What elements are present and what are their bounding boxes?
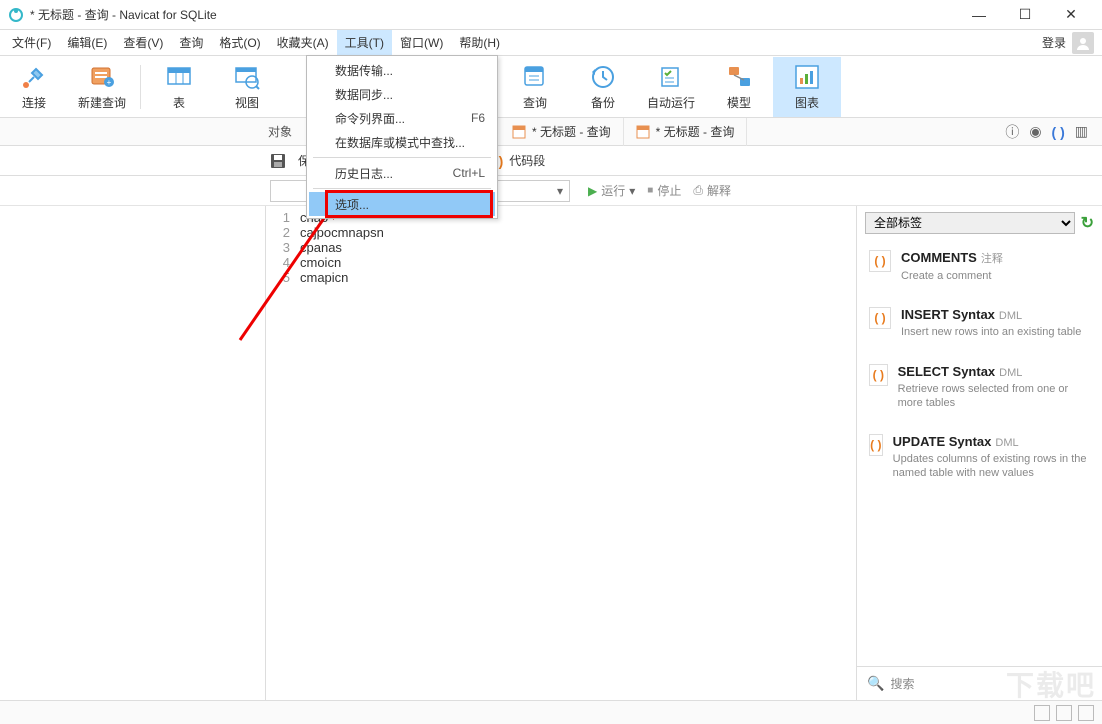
snippet-icon: ( ) (869, 434, 883, 456)
autorun-icon (656, 62, 686, 92)
menu-format[interactable]: 格式(O) (211, 30, 268, 55)
window-title: * 无标题 - 查询 - Navicat for SQLite (30, 6, 217, 23)
main-area: 1cnao 2cajpocmnapsn 3cpanas 4cmoicn 5cma… (0, 206, 1102, 700)
query-tab-icon (512, 125, 526, 139)
explain-button[interactable]: 解释 (707, 182, 731, 199)
editor-line: 3cpanas (266, 240, 856, 255)
search-placeholder: 搜索 (890, 675, 914, 692)
snippet-item[interactable]: ( ) INSERT SyntaxDMLInsert new rows into… (857, 297, 1102, 353)
dropdown-separator (313, 157, 491, 158)
main-toolbar: 连接 + 新建查询 表 视图 查询 备份 自动运行 模型 图表 (0, 56, 1102, 118)
model-icon (724, 62, 754, 92)
toolbar-autorun[interactable]: 自动运行 (637, 57, 705, 117)
play-icon: ▶ (588, 184, 597, 198)
snippet-icon: ( ) (869, 364, 888, 386)
query-tab-icon (636, 125, 650, 139)
menu-find-in-db[interactable]: 在数据库或模式中查找... (309, 130, 495, 154)
save-icon[interactable] (270, 153, 286, 169)
document-tabs: 对象 * 无标题 - 查询 * 无标题 - 查询 ⓘ ◉ ( ) ▥ (0, 118, 1102, 146)
title-bar: * 无标题 - 查询 - Navicat for SQLite — ☐ ✕ (0, 0, 1102, 30)
toolbar-connect[interactable]: 连接 (0, 57, 68, 117)
eye-icon[interactable]: ◉ (1029, 123, 1041, 140)
sql-editor[interactable]: 1cnao 2cajpocmnapsn 3cpanas 4cmoicn 5cma… (266, 206, 856, 700)
tabs-right-icons: ⓘ ◉ ( ) ▥ (1005, 122, 1102, 142)
layout-mode-3[interactable] (1078, 705, 1094, 721)
snippet-icon: ( ) (869, 307, 891, 329)
snippet-panel: 全部标签 ↻ ( ) COMMENTS注释Create a comment ( … (856, 206, 1102, 700)
toolbar-view[interactable]: 视图 (213, 57, 281, 117)
toolbar-backup[interactable]: 备份 (569, 57, 637, 117)
menu-data-transfer[interactable]: 数据传输... (309, 58, 495, 82)
snippet-item[interactable]: ( ) SELECT SyntaxDMLRetrieve rows select… (857, 354, 1102, 425)
editor-toolbar: 保存 ( ) 代码段 (0, 146, 1102, 176)
login-area[interactable]: 登录 (1042, 32, 1098, 54)
snippet-filter-select[interactable]: 全部标签 (865, 212, 1075, 234)
stop-button[interactable]: 停止 (657, 182, 681, 199)
menu-help[interactable]: 帮助(H) (451, 30, 508, 55)
menu-tools[interactable]: 工具(T) (337, 30, 392, 55)
run-button[interactable]: 运行 (601, 182, 625, 199)
editor-line: 4cmoicn (266, 255, 856, 270)
plug-icon (19, 62, 49, 92)
menu-data-sync[interactable]: 数据同步... (309, 82, 495, 106)
dropdown-separator (313, 188, 491, 189)
code-braces-icon[interactable]: ( ) (1052, 124, 1065, 140)
menu-history-log[interactable]: 历史日志...Ctrl+L (309, 161, 495, 185)
snippet-item[interactable]: ( ) UPDATE SyntaxDMLUpdates columns of e… (857, 424, 1102, 495)
menu-view[interactable]: 查看(V) (115, 30, 171, 55)
left-sidebar (0, 206, 266, 700)
minimize-button[interactable]: — (956, 0, 1002, 30)
code-segment-button[interactable]: ( ) 代码段 (490, 152, 545, 169)
info-icon[interactable]: ⓘ (1005, 122, 1019, 142)
query-icon (520, 62, 550, 92)
stop-icon: ■ (647, 185, 653, 196)
refresh-icon[interactable]: ↻ (1081, 213, 1094, 233)
new-query-icon: + (87, 62, 117, 92)
close-button[interactable]: ✕ (1048, 0, 1094, 30)
tools-dropdown: 数据传输... 数据同步... 命令列界面...F6 在数据库或模式中查找...… (306, 55, 498, 219)
snippet-search[interactable]: 🔍 搜索 (857, 666, 1102, 700)
run-toolbar: ▾ ▶ 运行 ▾ ■ 停止 ⎙ 解释 (0, 176, 1102, 206)
search-icon: 🔍 (867, 675, 884, 692)
query-tab-1[interactable]: * 无标题 - 查询 (500, 118, 624, 146)
status-bar (0, 700, 1102, 724)
toolbar-separator (140, 65, 141, 109)
table-icon (164, 62, 194, 92)
backup-icon (588, 62, 618, 92)
menu-file[interactable]: 文件(F) (4, 30, 59, 55)
chart-icon (792, 62, 822, 92)
menu-cli[interactable]: 命令列界面...F6 (309, 106, 495, 130)
toolbar-model[interactable]: 模型 (705, 57, 773, 117)
svg-text:+: + (107, 78, 112, 87)
login-label: 登录 (1042, 34, 1066, 51)
panel-layout-icon[interactable]: ▥ (1075, 123, 1088, 140)
menu-options[interactable]: 选项... (309, 192, 495, 216)
app-icon (8, 7, 24, 23)
snippet-icon: ( ) (869, 250, 891, 272)
toolbar-table[interactable]: 表 (145, 57, 213, 117)
menu-favorites[interactable]: 收藏夹(A) (269, 30, 337, 55)
editor-line: 5cmapicn (266, 270, 856, 285)
menu-window[interactable]: 窗口(W) (392, 30, 451, 55)
toolbar-query[interactable]: 查询 (501, 57, 569, 117)
menu-query[interactable]: 查询 (171, 30, 211, 55)
layout-mode-1[interactable] (1034, 705, 1050, 721)
view-icon (232, 62, 262, 92)
layout-mode-2[interactable] (1056, 705, 1072, 721)
explain-icon: ⎙ (693, 183, 703, 198)
snippet-item[interactable]: ( ) COMMENTS注释Create a comment (857, 240, 1102, 297)
objects-tab[interactable]: 对象 (268, 123, 292, 140)
menu-bar: 文件(F) 编辑(E) 查看(V) 查询 格式(O) 收藏夹(A) 工具(T) … (0, 30, 1102, 56)
editor-line: 2cajpocmnapsn (266, 225, 856, 240)
avatar-icon (1072, 32, 1094, 54)
toolbar-new-query[interactable]: + 新建查询 (68, 57, 136, 117)
maximize-button[interactable]: ☐ (1002, 0, 1048, 30)
menu-edit[interactable]: 编辑(E) (59, 30, 115, 55)
toolbar-chart[interactable]: 图表 (773, 57, 841, 117)
window-controls: — ☐ ✕ (956, 0, 1094, 30)
query-tab-2[interactable]: * 无标题 - 查询 (624, 118, 748, 146)
